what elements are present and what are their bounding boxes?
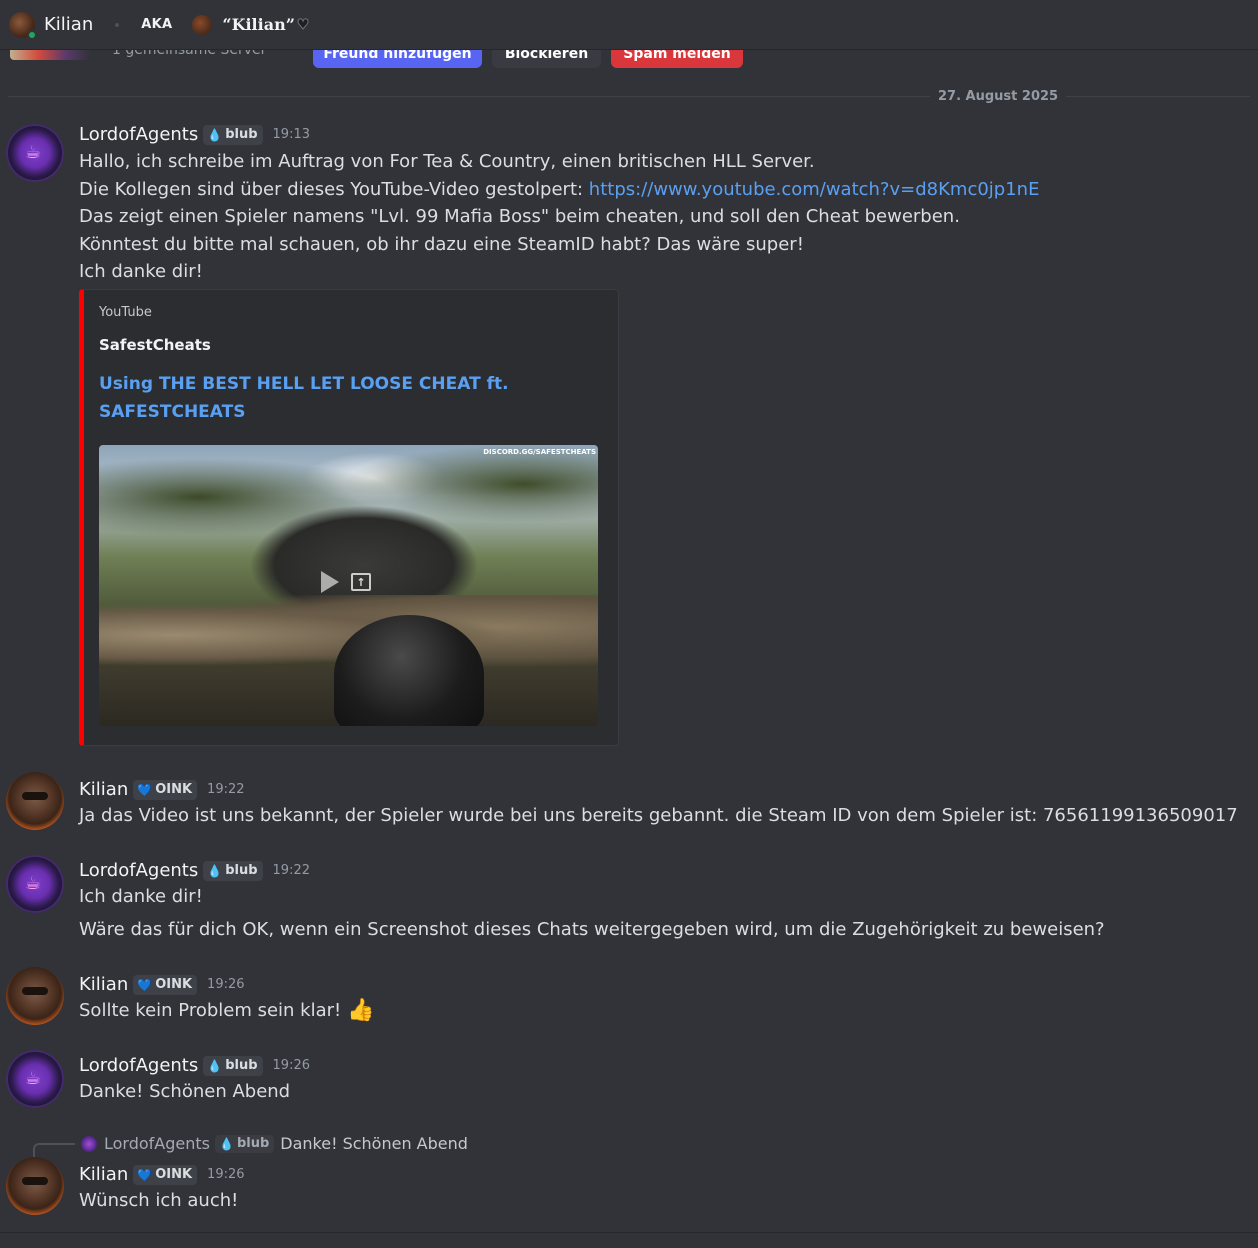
guild-tag-label: OINK — [155, 782, 193, 797]
heart-icon: 💙 — [137, 977, 153, 992]
reply-preview[interactable]: LordofAgents 💧 blub Danke! Schönen Abend — [81, 1134, 468, 1153]
guild-tag-label: blub — [225, 863, 258, 878]
message-text: Die Kollegen sind über dieses YouTube-Vi… — [79, 179, 589, 200]
water-drop-icon: 💧 — [207, 1058, 223, 1073]
open-external-icon[interactable]: ↑ — [351, 573, 371, 591]
message-text: Wünsch ich auch! — [79, 1190, 239, 1211]
youtube-link[interactable]: https://www.youtube.com/watch?v=d8Kmc0jp… — [589, 179, 1040, 200]
message-timestamp[interactable]: 19:22 — [273, 863, 310, 878]
heart-icon: 💙 — [137, 782, 153, 797]
coffee-cup-icon: ☕ — [25, 1068, 42, 1089]
aka-label: AKA — [141, 17, 173, 32]
message-text: Wäre das für dich OK, wenn ein Screensho… — [79, 919, 1105, 940]
message-text: Danke! Schönen Abend — [79, 1081, 291, 1102]
guild-tag-label: OINK — [155, 1167, 193, 1182]
guild-tag-label: OINK — [155, 977, 193, 992]
message-author[interactable]: LordofAgents — [79, 124, 198, 145]
coffee-cup-icon: ☕ — [25, 142, 42, 163]
embed-title[interactable]: Using THE BEST HELL LET LOOSE CHEAT ft. … — [99, 370, 539, 426]
message-author[interactable]: Kilian — [79, 779, 128, 800]
message-text: Ja das Video ist uns bekannt, der Spiele… — [79, 805, 1238, 826]
header-nickname: “Kilian” — [222, 15, 295, 34]
separator-dot — [115, 22, 120, 27]
message-text: Könntest du bitte mal schauen, ob ihr da… — [79, 234, 804, 255]
thumbs-up-icon[interactable]: 👍 — [347, 998, 374, 1023]
water-drop-icon: 💧 — [207, 127, 223, 142]
message-timestamp[interactable]: 19:13 — [273, 127, 310, 142]
avatar[interactable] — [6, 967, 64, 1025]
guild-tag-label: blub — [236, 1136, 270, 1151]
video-thumbnail[interactable]: DISCORD.GG/SAFESTCHEATS ↑ — [99, 445, 598, 726]
reply-author[interactable]: LordofAgents — [104, 1134, 210, 1153]
message-author[interactable]: LordofAgents — [79, 860, 198, 881]
embed-provider[interactable]: YouTube — [99, 305, 152, 320]
guild-tag-label: blub — [225, 127, 258, 142]
thumbnail-watermark: DISCORD.GG/SAFESTCHEATS — [483, 448, 596, 456]
message-author[interactable]: Kilian — [79, 974, 128, 995]
message-text-line: Sollte kein Problem sein klar! 👍 — [79, 1000, 374, 1022]
message-timestamp[interactable]: 19:22 — [207, 782, 244, 797]
message-text: Sollte kein Problem sein klar! — [79, 1000, 347, 1021]
avatar[interactable] — [6, 772, 64, 830]
avatar[interactable]: ☕ — [6, 855, 64, 913]
message-timestamp[interactable]: 19:26 — [273, 1058, 310, 1073]
water-drop-icon: 💧 — [207, 863, 223, 878]
guild-tag[interactable]: 💙 OINK — [133, 1164, 198, 1185]
message-author[interactable]: LordofAgents — [79, 1055, 198, 1076]
message-text-line: Die Kollegen sind über dieses YouTube-Vi… — [79, 179, 1039, 201]
youtube-embed: YouTube SafestCheats Using THE BEST HELL… — [79, 289, 619, 746]
embed-author[interactable]: SafestCheats — [99, 336, 211, 354]
chat-bottom-border — [0, 1232, 1258, 1233]
guild-tag[interactable]: 💧 blub — [203, 1055, 263, 1076]
avatar[interactable] — [6, 1157, 64, 1215]
reply-avatar — [81, 1135, 97, 1152]
guild-tag[interactable]: 💧 blub — [203, 860, 263, 881]
guild-tag[interactable]: 💧 blub — [203, 124, 263, 145]
message-timestamp[interactable]: 19:26 — [207, 977, 244, 992]
message-text: Ich danke dir! — [79, 261, 203, 282]
avatar[interactable]: ☕ — [6, 124, 64, 182]
reply-text[interactable]: Danke! Schönen Abend — [280, 1134, 468, 1153]
aka-avatar — [192, 14, 213, 35]
dm-header: Kilian AKA “Kilian” ♥ — [0, 0, 1258, 50]
play-icon[interactable] — [321, 571, 339, 593]
header-username[interactable]: Kilian — [44, 14, 93, 35]
guild-tag: 💧 blub — [215, 1134, 275, 1153]
avatar[interactable]: ☕ — [6, 1050, 64, 1108]
user-avatar[interactable] — [9, 11, 37, 40]
heart-icon: 💙 — [137, 1167, 153, 1182]
date-divider: 27. August 2025 — [930, 89, 1067, 104]
guild-tag-label: blub — [225, 1058, 258, 1073]
message-text: Hallo, ich schreibe im Auftrag von For T… — [79, 151, 815, 172]
online-status-icon — [27, 29, 37, 40]
coffee-cup-icon: ☕ — [25, 873, 42, 894]
message-text: Das zeigt einen Spieler namens "Lvl. 99 … — [79, 206, 960, 227]
guild-tag[interactable]: 💙 OINK — [133, 974, 198, 995]
message-timestamp[interactable]: 19:26 — [207, 1167, 244, 1182]
guild-tag[interactable]: 💙 OINK — [133, 779, 198, 800]
message-text: Ich danke dir! — [79, 886, 203, 907]
water-drop-icon: 💧 — [219, 1136, 234, 1151]
black-heart-icon: ♥ — [296, 16, 310, 33]
message-author[interactable]: Kilian — [79, 1164, 128, 1185]
